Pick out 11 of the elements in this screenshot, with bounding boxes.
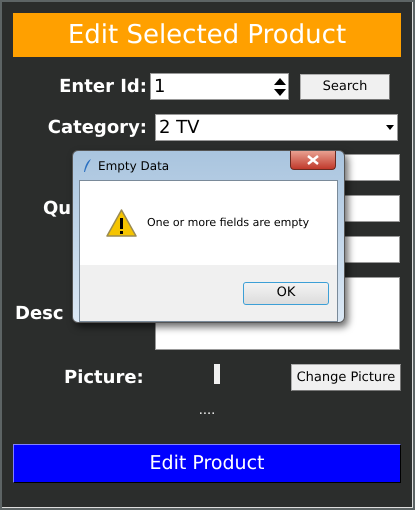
category-value: 2 TV — [159, 116, 200, 140]
dialog-title: Empty Data — [98, 158, 170, 175]
field-label: Category: — [48, 117, 147, 138]
field-label: Enter Id: — [59, 76, 147, 97]
field-label: Desc — [15, 303, 64, 324]
form-title: Edit Selected Product — [13, 13, 401, 57]
field-label: Qu — [43, 198, 72, 219]
id-value: 1 — [154, 75, 166, 99]
dialog-message: One or more fields are empty — [147, 214, 310, 231]
field-label: Picture: — [64, 367, 144, 388]
picture-caption: .... — [198, 403, 216, 418]
